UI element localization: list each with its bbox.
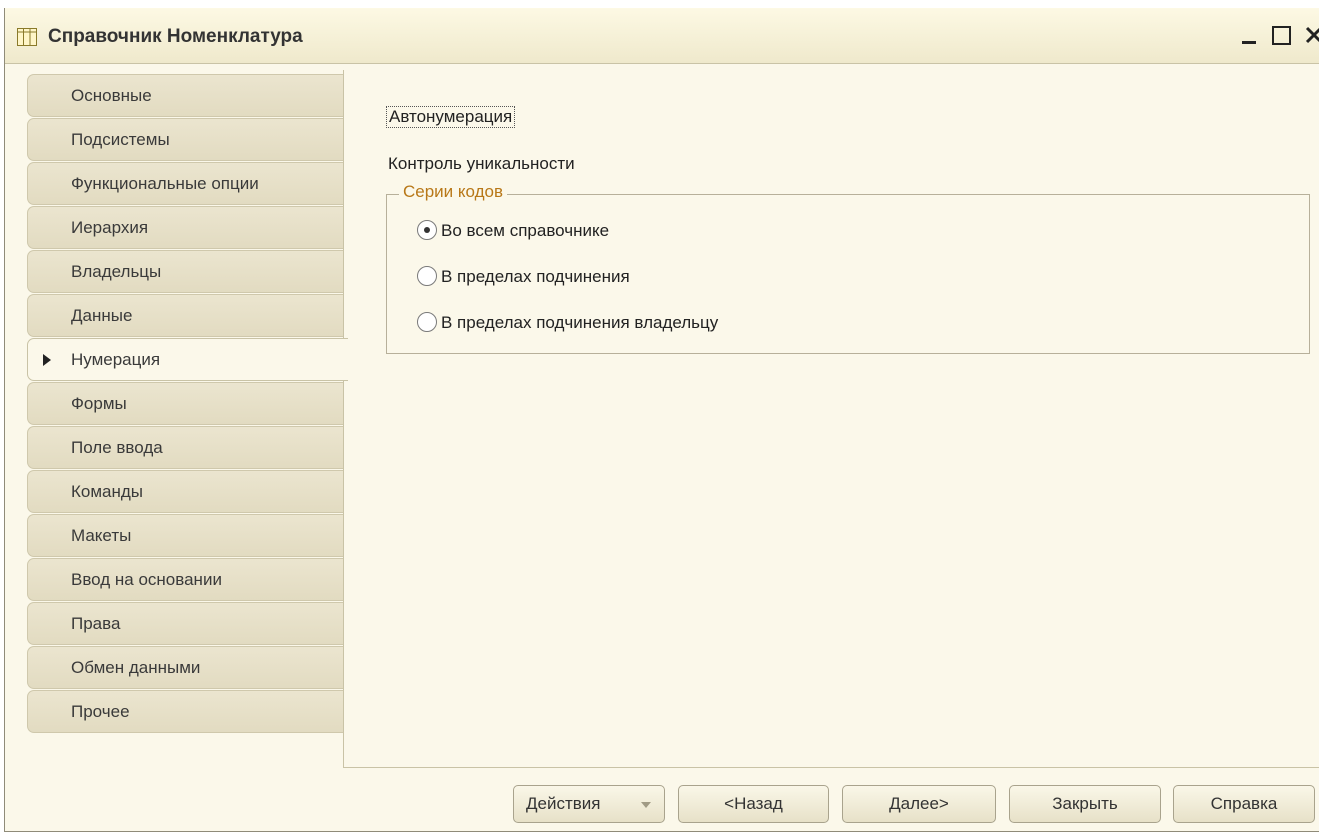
close-icon[interactable]	[1301, 22, 1319, 48]
actions-button[interactable]: Действия	[513, 785, 665, 823]
radio-unselected-icon[interactable]	[417, 312, 437, 332]
tab-vladeltsy[interactable]: Владельцы	[27, 250, 345, 293]
tab-prochee[interactable]: Прочее	[27, 690, 345, 733]
maximize-icon[interactable]	[1269, 22, 1295, 48]
code-series-group: Серии кодов Во всем справочнике В предел…	[386, 182, 1310, 354]
tab-funktsionalnye-optsii[interactable]: Функциональные опции	[27, 162, 345, 205]
tab-komandy[interactable]: Команды	[27, 470, 345, 513]
close-button[interactable]: Закрыть	[1009, 785, 1161, 823]
tab-pole-vvoda[interactable]: Поле ввода	[27, 426, 345, 469]
next-button[interactable]: Далее>	[842, 785, 996, 823]
uniqueness-label: Контроль уникальности	[388, 154, 575, 173]
tab-obmen-dannymi[interactable]: Обмен данными	[27, 646, 345, 689]
tab-numeratsiya[interactable]: Нумерация	[27, 338, 348, 381]
window-title: Справочник Номенклатура	[48, 26, 303, 47]
section-tabs: Основные Подсистемы Функциональные опции…	[27, 74, 348, 734]
tab-ierarkhiya[interactable]: Иерархия	[27, 206, 345, 249]
table-icon	[17, 28, 37, 46]
radio-selected-icon[interactable]	[417, 220, 437, 240]
tab-osnovnye[interactable]: Основные	[27, 74, 345, 117]
dialog-window: Справочник Номенклатура Основные Подсист…	[4, 8, 1319, 832]
code-series-title: Серии кодов	[399, 182, 508, 202]
triangle-right-icon	[43, 354, 51, 366]
tab-formy[interactable]: Формы	[27, 382, 345, 425]
help-button[interactable]: Справка	[1173, 785, 1315, 823]
autonumbering-label: Автонумерация	[386, 106, 516, 128]
minimize-icon[interactable]	[1237, 22, 1263, 48]
tab-dannye[interactable]: Данные	[27, 294, 345, 337]
title-bar[interactable]: Справочник Номенклатура	[5, 8, 1319, 64]
tab-prava[interactable]: Права	[27, 602, 345, 645]
numbering-panel: Автонумерация Контроль уникальности Сери…	[343, 70, 1319, 768]
tab-vvod-na-osnovanii[interactable]: Ввод на основании	[27, 558, 345, 601]
tab-podsistemy[interactable]: Подсистемы	[27, 118, 345, 161]
tab-makety[interactable]: Макеты	[27, 514, 345, 557]
back-button[interactable]: <Назад	[678, 785, 829, 823]
radio-unselected-icon[interactable]	[417, 266, 437, 286]
dropdown-arrow-icon	[641, 802, 651, 808]
